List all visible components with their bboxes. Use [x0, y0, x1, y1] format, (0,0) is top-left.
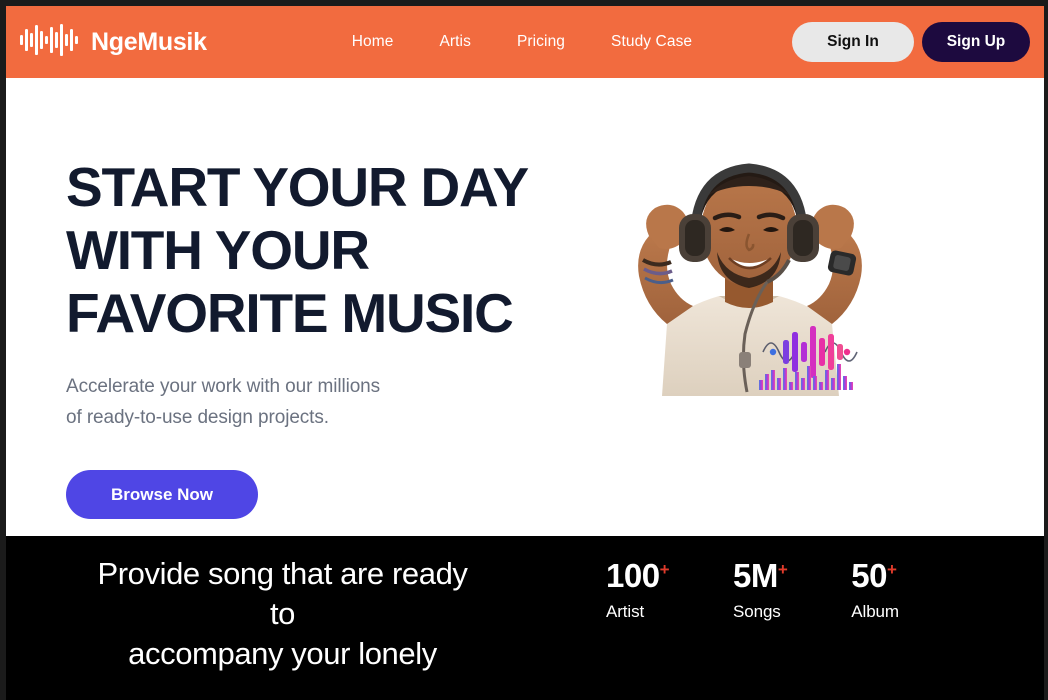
stat-artist-value: 100+: [606, 556, 670, 596]
stat-artist-label: Artist: [606, 602, 645, 621]
stat-album-value: 50+: [851, 556, 899, 596]
stat-album-label: Album: [851, 602, 899, 621]
stats-band: Provide song that are ready to accompany…: [6, 536, 1044, 700]
nav-item-home[interactable]: Home: [352, 33, 394, 51]
headline-line-1: START YOUR DAY: [66, 156, 529, 218]
brand-name: NgeMusik: [91, 27, 207, 56]
stat-album-number: 50: [851, 557, 887, 594]
band-tagline: Provide song that are ready to accompany…: [30, 554, 535, 674]
auth-actions: Sign In Sign Up: [792, 22, 1030, 62]
audio-waveform-icon: [20, 23, 80, 62]
headline-line-3: FAVORITE MUSIC: [66, 282, 514, 344]
hero-section: START YOUR DAY WITH YOUR FAVORITE MUSIC …: [6, 78, 1044, 536]
tagline-line-1: Provide song that are ready: [97, 556, 468, 591]
site-header: NgeMusik Home Artis Pricing Study Case S…: [6, 6, 1044, 78]
stat-songs-value: 5M+: [733, 556, 788, 596]
sign-in-button[interactable]: Sign In: [792, 22, 914, 62]
brand-logo[interactable]: NgeMusik: [20, 23, 207, 62]
landing-page: NgeMusik Home Artis Pricing Study Case S…: [0, 0, 1048, 700]
browse-now-button[interactable]: Browse Now: [66, 470, 258, 519]
stat-album: 50+ Album: [851, 556, 899, 622]
stats-group: 100+ Artist 5M+ Songs 50+ Album: [606, 556, 899, 622]
headline-line-2: WITH YOUR: [66, 219, 370, 281]
stat-artist-number: 100: [606, 557, 660, 594]
stat-songs: 5M+ Songs: [733, 556, 788, 622]
stat-artist-suffix: +: [659, 560, 670, 579]
tagline-line-2: to: [269, 596, 296, 631]
stat-album-suffix: +: [887, 560, 897, 579]
main-navigation: Home Artis Pricing Study Case: [352, 33, 692, 51]
stat-songs-suffix: +: [777, 560, 788, 579]
nav-item-pricing[interactable]: Pricing: [517, 33, 565, 51]
hero-image-man-with-headphones: [567, 156, 926, 396]
tagline-line-3: accompany your lonely: [128, 636, 437, 671]
hero-headline: START YOUR DAY WITH YOUR FAVORITE MUSIC: [66, 156, 586, 345]
hero-copy: START YOUR DAY WITH YOUR FAVORITE MUSIC …: [66, 156, 586, 519]
sign-up-button[interactable]: Sign Up: [922, 22, 1030, 62]
stat-songs-number: 5M: [733, 557, 778, 594]
stat-songs-label: Songs: [733, 602, 781, 621]
subtitle-line-1: Accelerate your work with our millions: [66, 376, 381, 397]
nav-item-artis[interactable]: Artis: [439, 33, 471, 51]
nav-item-study-case[interactable]: Study Case: [611, 33, 692, 51]
subtitle-line-2: of ready-to-use design projects.: [66, 407, 329, 428]
hero-subtitle: Accelerate your work with our millions o…: [66, 371, 586, 433]
stat-artist: 100+ Artist: [606, 556, 670, 622]
